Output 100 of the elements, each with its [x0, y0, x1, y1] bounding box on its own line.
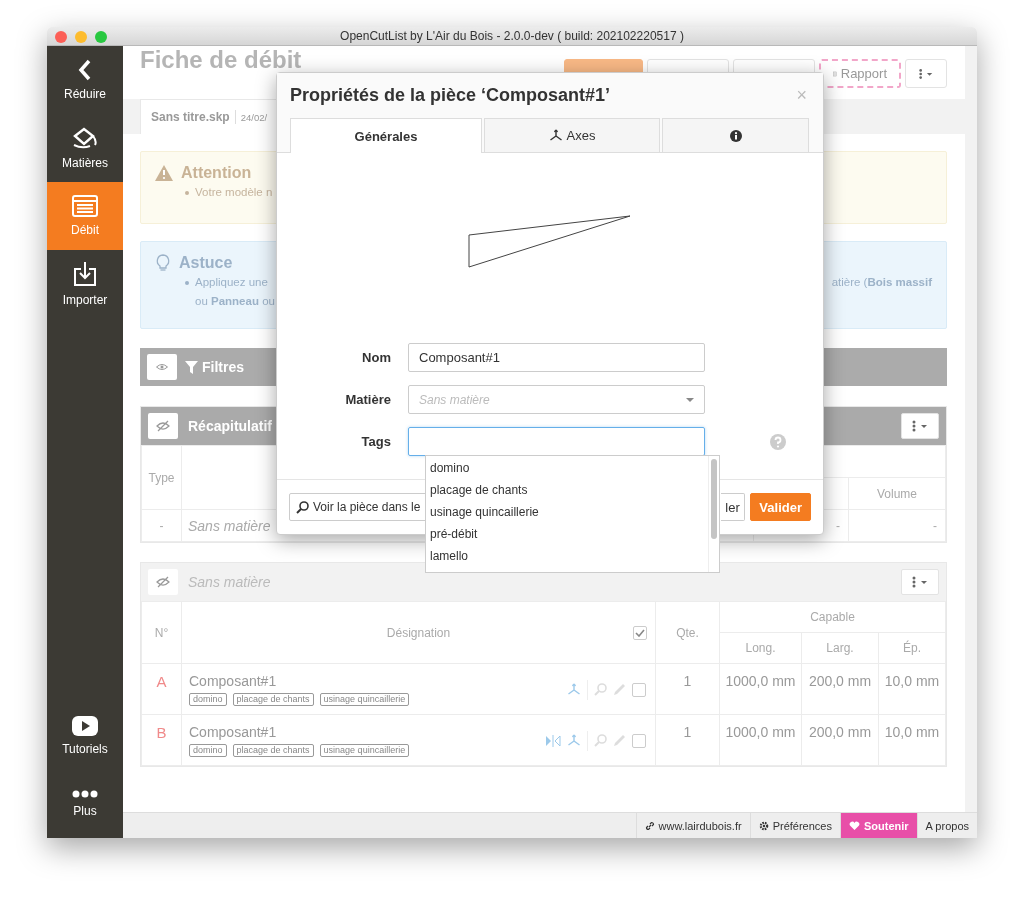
alert-title: Attention — [181, 164, 252, 182]
column-header: Désignation — [386, 625, 451, 640]
sidebar-item[interactable]: Importer — [47, 250, 123, 318]
sidebar-item[interactable]: Matières — [47, 114, 123, 182]
suggestion-item[interactable]: placage de chants — [426, 479, 708, 501]
check-icon — [635, 629, 645, 637]
info-icon — [729, 129, 742, 142]
search-icon — [594, 683, 607, 696]
footer-link[interactable]: www.lairdubois.fr — [635, 813, 750, 838]
zoom-light[interactable] — [95, 31, 107, 43]
tag-label: domino — [189, 744, 227, 757]
search-icon — [296, 500, 309, 514]
heart-icon — [848, 820, 860, 831]
row-checkbox[interactable] — [632, 733, 646, 748]
column-header: Larg. — [801, 632, 879, 664]
panel-title: Récapitulatif — [188, 418, 273, 434]
axes-icon — [548, 128, 563, 143]
chevron-left-icon — [78, 59, 92, 81]
close-light[interactable] — [55, 31, 67, 43]
column-header: Volume — [848, 477, 946, 510]
footer-link[interactable]: A propos — [916, 813, 977, 838]
search-icon — [594, 734, 607, 747]
pencil-icon[interactable] — [613, 683, 626, 696]
table-cell: 1 — [655, 663, 720, 715]
field-label: Nom — [361, 350, 392, 365]
row-checkbox[interactable] — [632, 682, 646, 697]
table-cell: - — [141, 509, 182, 542]
mirror-icon — [545, 734, 561, 747]
table-cell: 1000,0 mm — [719, 714, 802, 766]
visibility-button[interactable] — [148, 413, 178, 439]
name-field[interactable]: Composant#1 — [408, 343, 705, 372]
footer-link[interactable]: Préférences — [749, 813, 840, 838]
pencil-icon[interactable] — [613, 734, 626, 747]
more-button[interactable] — [901, 569, 939, 595]
more-button[interactable] — [905, 59, 947, 88]
list-icon — [72, 195, 98, 217]
tag-label: placage de chants — [232, 693, 314, 706]
field-label: Tags — [360, 434, 392, 449]
sidebar-item[interactable]: Tutoriels — [47, 702, 123, 770]
dots-caret-icon — [918, 67, 934, 80]
tab[interactable] — [662, 118, 809, 152]
suggestion-item[interactable]: domino — [426, 457, 708, 479]
column-header: N° — [141, 601, 182, 664]
window-title: OpenCutList by L'Air du Bois - 2.0.0-dev ( build: 202102220517 ) — [340, 29, 684, 43]
row-number: A — [141, 663, 182, 715]
tag-label: domino — [189, 693, 227, 706]
column-header: Ép. — [878, 632, 946, 664]
axes-icon — [567, 733, 581, 748]
column-header: Capable — [719, 601, 946, 633]
visibility-button[interactable] — [147, 354, 177, 380]
row-number: B — [141, 714, 182, 766]
part-name: Composant#1 — [189, 673, 278, 689]
axes-icon — [567, 682, 581, 697]
dots-icon — [72, 790, 98, 798]
document-name: Sans titre.skp — [151, 110, 230, 124]
visibility-button[interactable] — [148, 569, 178, 595]
view-part-button[interactable]: Voir la pièce dans le — [289, 493, 428, 521]
more-button[interactable] — [901, 413, 939, 439]
part-name: Composant#1 — [189, 724, 278, 740]
alert-text: atière (Bois massif — [831, 275, 932, 290]
tag-label: usinage quincaillerie — [319, 744, 410, 757]
table-cell: 200,0 mm — [801, 663, 879, 715]
caret-icon — [686, 397, 694, 402]
select-all-checkbox[interactable] — [633, 626, 647, 640]
suggestion-item[interactable]: lamello — [426, 545, 708, 567]
link-icon — [644, 820, 655, 831]
cancel-button[interactable]: ler — [721, 493, 746, 521]
tab[interactable]: Générales — [290, 118, 482, 153]
table-cell: - — [848, 509, 946, 542]
table-cell: 10,0 mm — [878, 663, 946, 715]
table-cell: 200,0 mm — [801, 714, 879, 766]
column-header: Qte. — [655, 601, 720, 664]
sidebar-item[interactable]: Plus — [47, 770, 123, 838]
paint-bucket-icon — [72, 126, 98, 150]
table-cell: 1000,0 mm — [719, 663, 802, 715]
field-label: Matière — [344, 392, 392, 407]
eye-icon — [156, 363, 168, 371]
column-header: Long. — [719, 632, 802, 664]
scrollbar-thumb[interactable] — [711, 459, 717, 539]
alert-text: Appliquez une — [183, 274, 268, 291]
dots-caret-icon — [911, 576, 929, 588]
table-cell: 1 — [655, 714, 720, 766]
help-icon — [770, 433, 786, 450]
document-date: 24/02/ — [240, 111, 268, 123]
tag-label: placage de chants — [232, 744, 314, 757]
column-header: Type — [141, 445, 182, 510]
warning-icon — [155, 165, 173, 181]
eye-slash-icon — [156, 576, 170, 588]
eye-slash-icon — [156, 420, 170, 432]
lightbulb-icon — [155, 254, 171, 272]
play-icon — [72, 716, 98, 736]
dialog-title: Propriétés de la pièce ‘Composant#1’ — [290, 85, 611, 106]
suggestion-item[interactable]: pré-débit — [426, 523, 708, 545]
funnel-icon — [185, 360, 198, 374]
tag-label: usinage quincaillerie — [319, 693, 410, 706]
minimize-light[interactable] — [75, 31, 87, 43]
table-cell: 10,0 mm — [878, 714, 946, 766]
sidebar-item[interactable]: Réduire — [47, 46, 123, 114]
alert-title: Astuce — [179, 254, 233, 272]
tab[interactable]: Axes — [484, 118, 660, 152]
